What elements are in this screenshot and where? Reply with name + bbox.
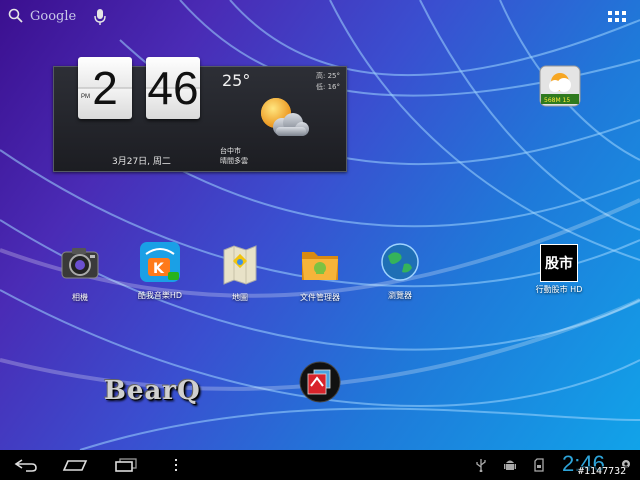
app-kuwo-music[interactable]: K 酷我音樂HD [125, 240, 195, 301]
maps-icon [223, 245, 257, 285]
app-label: 瀏覽器 [388, 291, 412, 300]
clock-minute-card: 46 [146, 57, 200, 119]
usb-icon [476, 459, 486, 472]
stock-icon-text: 股市 [545, 256, 573, 272]
app-label: 地圖 [232, 293, 248, 302]
app-label: 酷我音樂HD [137, 291, 183, 300]
folder-icon [302, 252, 338, 280]
widget-temperature: 25° [222, 71, 251, 90]
wallpaper-logo: BearQ [104, 376, 201, 406]
system-navigation-bar [0, 450, 640, 480]
weather-app-image: 568M 15 [539, 65, 581, 107]
google-search-bar[interactable]: Google [8, 8, 76, 24]
clock-ampm: PM [81, 94, 90, 100]
clock-weather-widget[interactable]: 2 PM 46 3月27日, 周二 25° 高: 25° 低: 16° 台中市 … [53, 57, 347, 172]
app-browser[interactable]: 瀏覽器 [365, 240, 435, 301]
partly-cloudy-icon [261, 98, 309, 136]
recent-apps-icon[interactable] [114, 458, 138, 472]
grid-dot [608, 18, 612, 22]
globe-icon [381, 243, 419, 281]
back-icon[interactable] [14, 458, 38, 472]
stock-market-icon: 股市 [540, 244, 578, 282]
search-label: Google [30, 8, 77, 24]
widget-low-temp: 低: 16° [316, 83, 340, 91]
menu-icon[interactable] [174, 458, 178, 472]
sd-card-icon [534, 458, 544, 472]
clock-minute: 46 [147, 62, 199, 114]
widget-city: 台中市 [220, 147, 241, 155]
app-file-manager[interactable]: 文件管理器 [285, 242, 355, 303]
watermark-text: #1147732 [576, 466, 629, 477]
search-icon [8, 8, 23, 23]
app-folder-shortcut[interactable] [285, 360, 355, 408]
clock-hour: 2 [92, 62, 118, 114]
android-icon [504, 460, 516, 470]
all-apps-button[interactable] [608, 11, 626, 25]
widget-date: 3月27日, 周二 [112, 157, 171, 167]
grid-dot [615, 11, 619, 15]
grid-dot [615, 18, 619, 22]
home-icon[interactable] [62, 459, 88, 471]
app-camera[interactable]: 相機 [45, 242, 115, 303]
svg-text:K: K [153, 261, 165, 277]
app-stock-market[interactable]: 股市 行動股市 HD [524, 244, 594, 295]
grid-dot [622, 18, 626, 22]
widget-high-temp: 高: 25° [316, 72, 340, 80]
app-label: 行動股市 HD [535, 285, 583, 294]
weather-app-icon[interactable]: 568M 15 [524, 64, 596, 108]
camera-icon [61, 248, 99, 279]
app-maps[interactable]: 地圖 [205, 242, 275, 303]
app-folder-icon [299, 361, 341, 403]
grid-dot [622, 11, 626, 15]
weather-badge: 568M 15 [544, 97, 570, 104]
microphone-icon[interactable] [94, 8, 106, 26]
grid-dot [608, 11, 612, 15]
kuwo-music-icon: K [140, 242, 180, 282]
clock-hour-card: 2 PM [78, 57, 132, 119]
app-label: 文件管理器 [300, 293, 340, 302]
widget-condition: 晴間多雲 [220, 157, 248, 165]
app-label: 相機 [72, 293, 88, 302]
